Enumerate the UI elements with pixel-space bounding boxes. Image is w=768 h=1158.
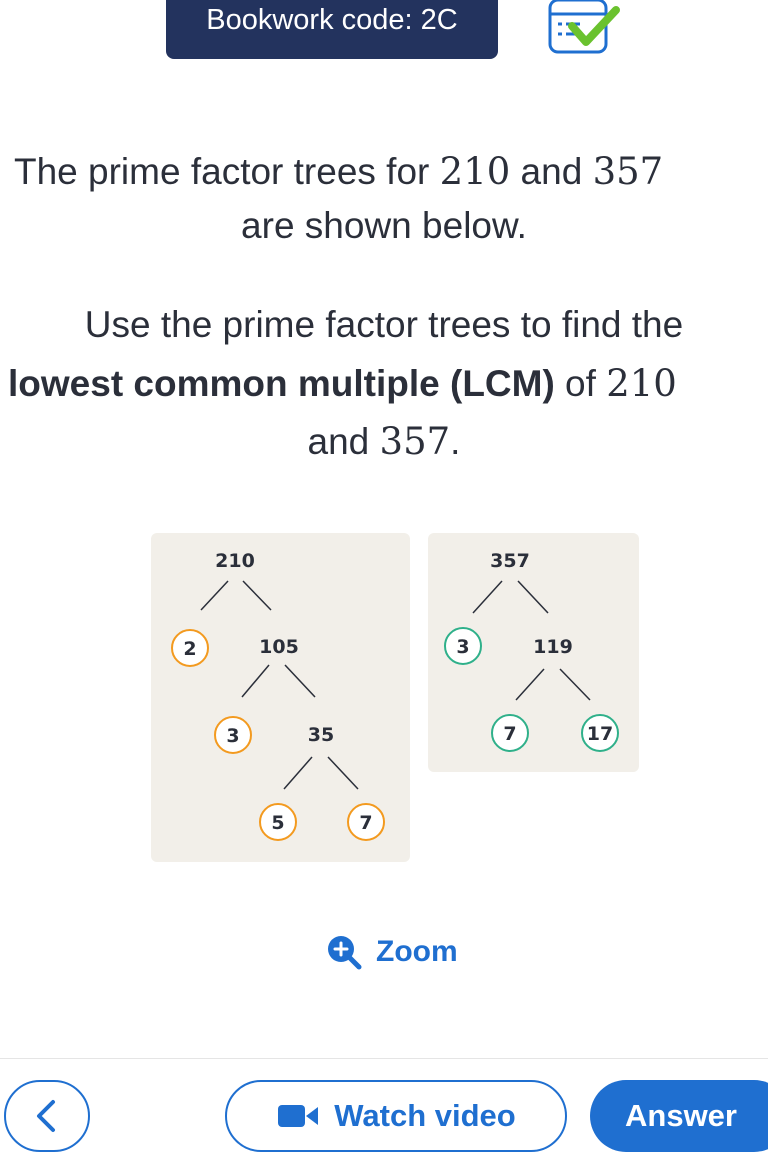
back-chevron-icon bbox=[37, 1100, 55, 1132]
question-number: 210 bbox=[439, 150, 511, 193]
checklist-icon bbox=[548, 0, 620, 54]
watch-video-label: Watch video bbox=[334, 1098, 516, 1133]
tree-node: 17 bbox=[587, 723, 613, 745]
tree-node: 3 bbox=[226, 725, 239, 747]
zoom-label: Zoom bbox=[376, 935, 458, 968]
tree-node: 7 bbox=[359, 812, 372, 834]
tree-node: 357 bbox=[490, 550, 530, 572]
watch-video-button[interactable]: Watch video bbox=[225, 1080, 567, 1152]
question-text: are shown below. bbox=[241, 205, 527, 246]
question-line-1: The prime factor trees for 210 and 357 bbox=[14, 150, 768, 193]
footer-divider bbox=[0, 1058, 768, 1059]
tree-node: 105 bbox=[259, 636, 299, 658]
bookwork-code-badge: Bookwork code: 2C bbox=[166, 0, 498, 59]
back-button[interactable] bbox=[4, 1080, 90, 1152]
tree-node: 210 bbox=[215, 550, 255, 572]
answer-label: Answer bbox=[625, 1098, 737, 1133]
question-number: 357 bbox=[592, 150, 664, 193]
factor-tree-210: 210 2 105 3 35 5 7 bbox=[171, 550, 385, 841]
factor-tree-357: 357 3 119 7 17 bbox=[444, 550, 619, 752]
question-text: of bbox=[554, 363, 607, 404]
question-text: The prime factor trees for bbox=[14, 151, 440, 192]
question-line-5: and 357. bbox=[0, 420, 768, 463]
tree-node: 35 bbox=[308, 724, 334, 746]
question-text: and bbox=[307, 421, 380, 462]
bookwork-code-label: Bookwork code: 2C bbox=[206, 4, 458, 36]
question-line-2: are shown below. bbox=[0, 205, 768, 247]
factor-tree-357-panel: 357 3 119 7 17 bbox=[428, 533, 639, 772]
question-line-4: lowest common multiple (LCM) of 210 bbox=[8, 362, 768, 405]
zoom-in-icon bbox=[328, 936, 362, 970]
zoom-button[interactable]: Zoom bbox=[326, 932, 458, 972]
question-text: Use the prime factor trees to find the bbox=[84, 304, 684, 345]
answer-button[interactable]: Answer bbox=[590, 1080, 768, 1152]
question-line-3: Use the prime factor trees to find the bbox=[0, 304, 768, 346]
tree-node: 119 bbox=[533, 636, 573, 658]
tree-node: 7 bbox=[503, 723, 516, 745]
question-text: and bbox=[510, 151, 593, 192]
video-camera-icon bbox=[278, 1105, 319, 1127]
question-emphasis: lowest common multiple (LCM) bbox=[8, 363, 555, 404]
factor-tree-210-panel: 210 2 105 3 35 5 7 bbox=[151, 533, 410, 862]
question-text: . bbox=[450, 421, 461, 462]
question-number: 210 bbox=[606, 362, 677, 405]
tree-node: 3 bbox=[456, 636, 469, 658]
question-number: 357 bbox=[379, 420, 451, 463]
tree-node: 5 bbox=[271, 812, 284, 834]
tree-node: 2 bbox=[183, 638, 196, 660]
